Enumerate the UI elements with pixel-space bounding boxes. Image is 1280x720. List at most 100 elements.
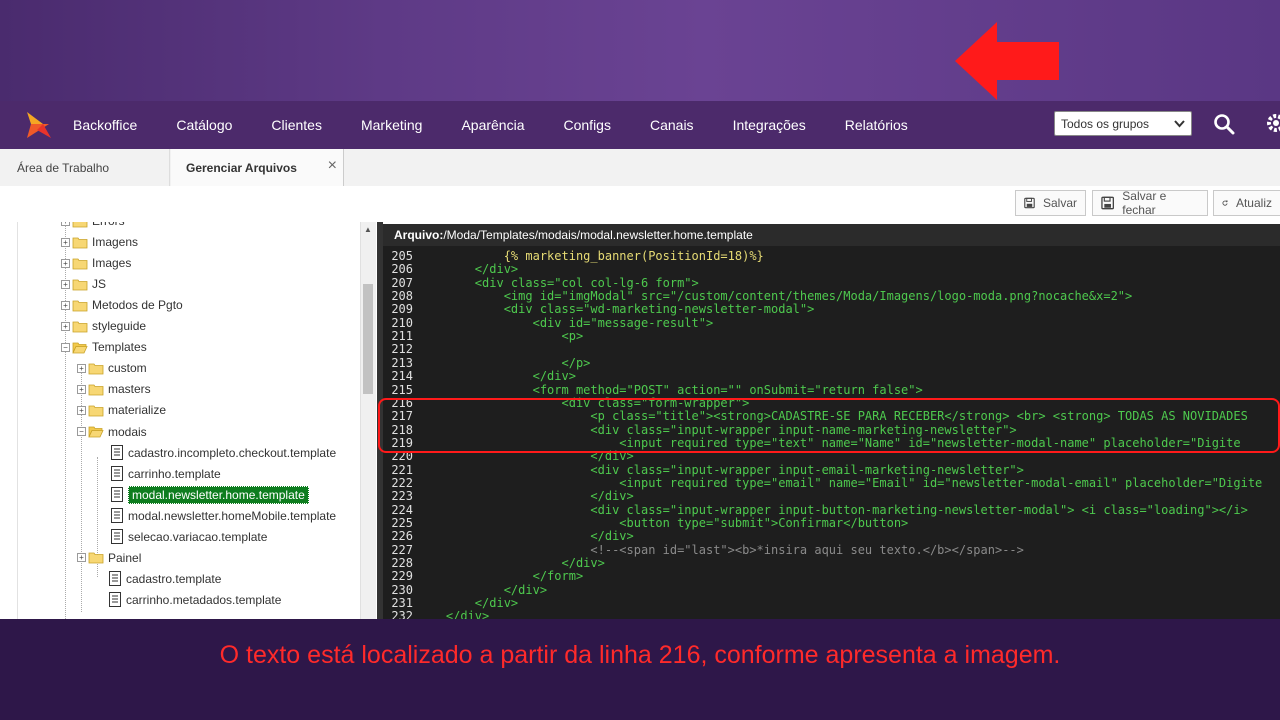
expand-toggle-icon[interactable]: + (61, 258, 70, 268)
tree-folder-item[interactable]: + Images (61, 253, 131, 273)
code-line: 228 </div> (383, 556, 605, 571)
line-number: 227 (391, 542, 413, 557)
nav-item-backoffice[interactable]: Backoffice (73, 117, 137, 133)
folder-icon (72, 279, 88, 291)
code-line: 230 </div> (383, 582, 548, 597)
tree-file-item[interactable]: carrinho.metadados.template (109, 590, 281, 610)
folder-icon (72, 222, 88, 227)
code-line: 212 (383, 342, 417, 357)
nav-item-catalogo[interactable]: Catálogo (176, 117, 232, 133)
file-icon (111, 445, 123, 461)
app-logo-icon[interactable] (23, 110, 53, 140)
tree-scrollbar[interactable]: ▲ (360, 222, 376, 619)
tab-area-de-trabalho[interactable]: Área de Trabalho (0, 149, 170, 186)
tree-item-label: materialize (108, 403, 167, 418)
collapse-toggle-icon[interactable]: − (77, 427, 86, 436)
tree-folder-item[interactable]: − modais (77, 422, 147, 442)
chevron-down-icon (1174, 120, 1185, 128)
code-line: 213 </p> (383, 356, 590, 370)
folder-icon (88, 384, 104, 396)
code-text: </div> (417, 582, 548, 597)
expand-toggle-icon[interactable]: + (61, 237, 70, 247)
folder-open-icon (88, 426, 104, 438)
tab-gerenciar-arquivos[interactable]: Gerenciar Arquivos × (171, 149, 344, 187)
group-select[interactable]: Todos os grupos (1054, 111, 1192, 136)
tree-folder-item[interactable]: + Errors (61, 222, 125, 231)
scrollbar-thumb[interactable] (363, 284, 373, 394)
tree-folder-item[interactable]: + Metodos de Pgto (61, 295, 183, 315)
file-path: /Moda/Templates/modais/modal.newsletter.… (443, 228, 753, 242)
code-line: 222 <input required type="email" name="E… (383, 476, 1262, 490)
line-number: 226 (391, 529, 413, 544)
code-line: 205 {% marketing_banner(PositionId=18)%} (383, 249, 763, 263)
file-icon (109, 571, 121, 587)
close-icon[interactable]: × (328, 157, 337, 175)
tab-label: Área de Trabalho (17, 160, 110, 175)
line-number: 211 (391, 329, 413, 344)
line-number: 225 (391, 516, 413, 530)
tree-folder-item[interactable]: − Templates (61, 337, 147, 357)
file-icon (111, 508, 123, 524)
tree-item-label: Templates (92, 340, 147, 355)
code-line: 214 </div> (383, 369, 576, 384)
search-icon[interactable] (1213, 113, 1235, 135)
code-text: </div> (417, 556, 605, 571)
tree-folder-item[interactable]: + Painel (77, 548, 141, 568)
nav-item-configs[interactable]: Configs (564, 117, 611, 133)
gear-icon[interactable] (1264, 111, 1280, 135)
code-text: <button type="submit">Confirmar</button> (417, 516, 909, 530)
save-and-close-button[interactable]: Salvar e fechar (1092, 189, 1208, 217)
tree-file-item[interactable]: modal.newsletter.home.template (111, 485, 309, 505)
line-number: 205 (391, 249, 413, 263)
folder-icon (88, 552, 104, 564)
expand-toggle-icon[interactable]: + (77, 384, 86, 394)
code-text: <div id="message-result"> (417, 315, 714, 330)
tree-item-label: Errors (92, 222, 125, 228)
scroll-up-arrow-icon[interactable]: ▲ (364, 225, 372, 234)
tree-file-item[interactable]: cadastro.incompleto.checkout.template (111, 443, 336, 463)
expand-toggle-icon[interactable]: + (61, 300, 70, 310)
save-button[interactable]: Salvar (1015, 190, 1086, 216)
file-header-label: Arquivo: (394, 228, 444, 242)
tree-item-label: modais (108, 424, 147, 439)
tree-folder-item[interactable]: + materialize (77, 400, 166, 420)
code-text: </div> (417, 529, 634, 544)
line-number: 214 (391, 369, 413, 384)
tree-file-item[interactable]: cadastro.template (109, 569, 221, 589)
code-text: <!--<span id="last"><b>*insira aqui seu … (417, 542, 1024, 557)
line-number: 212 (391, 342, 413, 357)
tree-file-item[interactable]: selecao.variacao.template (111, 527, 267, 547)
file-icon (111, 466, 123, 482)
expand-toggle-icon[interactable]: + (77, 405, 86, 415)
nav-item-clientes[interactable]: Clientes (271, 117, 322, 133)
file-icon (109, 592, 121, 608)
tree-item-label: custom (108, 361, 147, 376)
tree-folder-item[interactable]: + styleguide (61, 316, 146, 336)
expand-toggle-icon[interactable]: + (77, 553, 86, 563)
expand-toggle-icon[interactable]: + (77, 363, 86, 373)
refresh-button[interactable]: Atualiz (1213, 190, 1280, 216)
tree-folder-item[interactable]: + JS (61, 274, 106, 294)
nav-item-aparencia[interactable]: Aparência (461, 117, 524, 133)
tree-folder-item[interactable]: + custom (77, 358, 147, 378)
expand-toggle-icon[interactable]: + (61, 279, 70, 289)
tree-item-label: Metodos de Pgto (92, 298, 183, 313)
refresh-icon (1222, 200, 1228, 206)
code-line: 209 <div class="wd-marketing-newsletter-… (383, 303, 814, 317)
tree-folder-item[interactable]: + Imagens (61, 232, 138, 252)
tree-folder-item[interactable]: + masters (77, 379, 151, 399)
code-line: 210 <div id="message-result"> (383, 315, 714, 330)
tree-item-label: modal.newsletter.home.template (128, 485, 309, 504)
expand-toggle-icon[interactable]: + (61, 321, 70, 331)
code-line: 231 </div> (383, 596, 518, 610)
expand-toggle-icon[interactable]: + (61, 222, 70, 226)
nav-item-integracoes[interactable]: Integrações (733, 117, 806, 133)
code-line: 211 <p> (383, 329, 583, 344)
nav-item-canais[interactable]: Canais (650, 117, 694, 133)
line-number: 232 (391, 609, 413, 619)
tree-file-item[interactable]: modal.newsletter.homeMobile.template (111, 506, 336, 526)
nav-item-marketing[interactable]: Marketing (361, 117, 422, 133)
collapse-toggle-icon[interactable]: − (61, 342, 70, 352)
tree-file-item[interactable]: carrinho.template (111, 464, 221, 484)
nav-item-relatorios[interactable]: Relatórios (845, 117, 908, 133)
